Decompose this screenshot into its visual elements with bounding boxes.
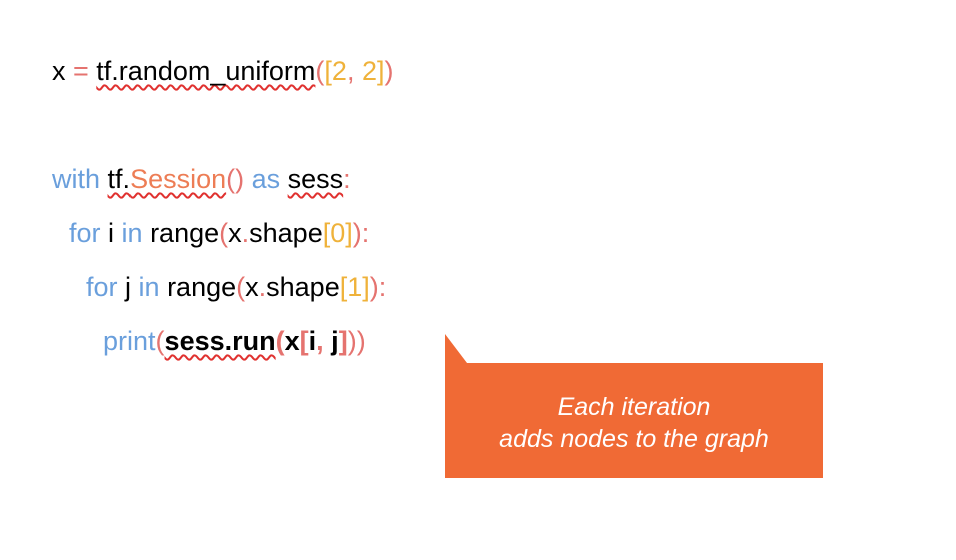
callout-text: Each iteration adds nodes to the graph xyxy=(445,391,823,455)
code-token-print: print xyxy=(103,326,156,356)
code-token-j: j xyxy=(331,326,339,356)
code-token-paren-open: ( xyxy=(155,326,165,356)
code-line-1: x = tf.random_uniform([2, 2]) xyxy=(22,20,394,122)
code-token-paren-close: ) xyxy=(356,326,366,356)
slide: x = tf.random_uniform([2, 2]) with tf.Se… xyxy=(0,0,956,560)
callout-tail xyxy=(445,334,467,363)
callout-line-2: adds nodes to the graph xyxy=(499,425,769,453)
code-token-comma: , xyxy=(316,326,332,356)
code-token-number: 2 xyxy=(331,56,347,86)
code-token-bracket-close: ] xyxy=(338,326,348,356)
code-token-x: x xyxy=(284,326,300,356)
code-token-sess-run: sess.run xyxy=(164,326,276,356)
code-token-bracket-open: [ xyxy=(299,326,309,356)
callout-line-1: Each iteration xyxy=(557,393,711,421)
code-token-paren-close: ) xyxy=(384,56,394,86)
code-line-5: print(sess.run(x[i, j])) xyxy=(73,290,366,392)
code-token-tf-random-uniform: tf.random_uniform xyxy=(96,56,316,86)
code-token-bracket-open: [ xyxy=(324,56,332,86)
code-token-x: x xyxy=(52,56,66,86)
code-token-bracket-close: ] xyxy=(377,56,385,86)
code-token-end: ): xyxy=(369,272,387,302)
code-token-paren-open: ( xyxy=(275,326,285,356)
code-token-equals: = xyxy=(65,56,97,86)
code-token-paren-close: ) xyxy=(347,326,357,356)
code-token-comma: , xyxy=(346,56,362,86)
callout-box: Each iteration adds nodes to the graph xyxy=(445,363,823,478)
code-token-number: 2 xyxy=(361,56,377,86)
